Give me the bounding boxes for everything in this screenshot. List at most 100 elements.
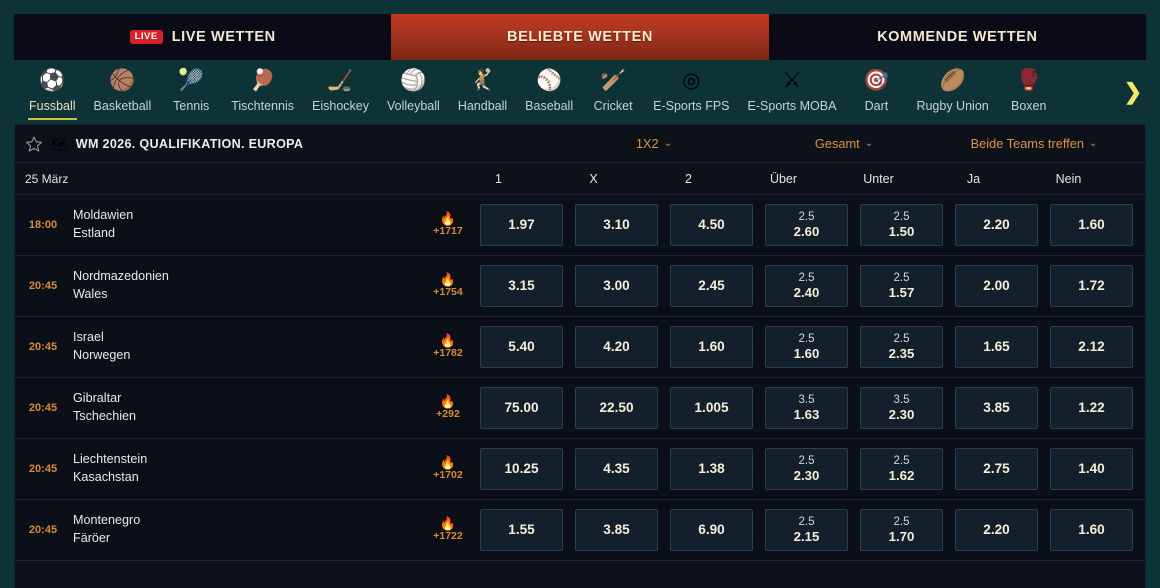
odd-button[interactable]: 5.40 (480, 326, 563, 368)
more-markets-button[interactable]: 🔥 +292 (422, 395, 474, 422)
odd-button[interactable]: 4.50 (670, 204, 753, 246)
odd-button[interactable]: 1.60 (1050, 509, 1133, 551)
odd-value: 1.005 (694, 400, 729, 416)
sport-item-eishockey[interactable]: 🏒 Eishockey (303, 60, 378, 124)
market-select-1x2[interactable]: 1X2 ⌄ (559, 136, 749, 151)
sport-item-basketball[interactable]: 🏀 Basketball (85, 60, 161, 124)
chevron-right-icon[interactable]: ❯ (1116, 75, 1142, 109)
more-markets-button[interactable]: 🔥 +1782 (422, 334, 474, 361)
more-markets-button[interactable]: 🔥 +1722 (422, 517, 474, 544)
odd-button[interactable]: 2.75 (955, 448, 1038, 490)
match-teams[interactable]: Nordmazedonien Wales (71, 269, 422, 302)
odd-value: 3.00 (603, 278, 630, 294)
odd-button[interactable]: 2.45 (670, 265, 753, 307)
table-row[interactable]: 20:45 Gibraltar Tschechien 🔥 +292 75.00 22.50 1… (15, 378, 1145, 439)
column-header-2: 2 (685, 171, 692, 186)
table-row[interactable]: 20:45 Liechtenstein Kasachstan 🔥 +1702 10.25 4… (15, 439, 1145, 500)
odd-button[interactable]: 3.00 (575, 265, 658, 307)
odd-button[interactable]: 2.12 (1050, 326, 1133, 368)
sport-item-volleyball[interactable]: 🏐 Volleyball (378, 60, 449, 124)
odd-button[interactable]: 10.25 (480, 448, 563, 490)
odd-button[interactable]: 1.60 (670, 326, 753, 368)
odd-button[interactable]: 2.5 1.60 (765, 326, 848, 368)
odd-button[interactable]: 3.85 (575, 509, 658, 551)
odd-button[interactable]: 2.5 2.60 (765, 204, 848, 246)
sport-label: E-Sports MOBA (747, 99, 837, 113)
odd-button[interactable]: 2.5 1.62 (860, 448, 943, 490)
odd-button[interactable]: 3.85 (955, 387, 1038, 429)
sport-item-rugby-union[interactable]: 🏉 Rugby Union (907, 60, 997, 124)
odd-button[interactable]: 2.20 (955, 509, 1038, 551)
odd-button[interactable]: 2.5 1.70 (860, 509, 943, 551)
more-markets-button[interactable]: 🔥 +1702 (422, 456, 474, 483)
tab-kommende-wetten[interactable]: KOMMENDE WETTEN (768, 14, 1146, 60)
star-outline-icon[interactable] (25, 135, 43, 153)
sports-nav: ⚽ Fussball 🏀 Basketball 🎾 Tennis 🏓 Tisch… (14, 60, 1146, 124)
table-row[interactable]: 20:45 Israel Norwegen 🔥 +1782 5.40 4.20 1.60 2.5… (15, 317, 1145, 378)
odd-button[interactable]: 2.20 (955, 204, 1038, 246)
odd-button[interactable]: 2.5 1.50 (860, 204, 943, 246)
odd-button[interactable]: 3.5 1.63 (765, 387, 848, 429)
more-markets-button[interactable]: 🔥 +1754 (422, 273, 474, 300)
odd-button[interactable]: 1.005 (670, 387, 753, 429)
market-select-beide-teams-treffen[interactable]: Beide Teams treffen ⌄ (939, 136, 1129, 151)
odd-value: 1.38 (698, 461, 725, 477)
sport-item-baseball[interactable]: ⚾ Baseball (516, 60, 582, 124)
handball-player-icon: 🤾 (469, 68, 496, 92)
odd-button[interactable]: 3.10 (575, 204, 658, 246)
odd-button[interactable]: 2.5 2.40 (765, 265, 848, 307)
more-markets-button[interactable]: 🔥 +1717 (422, 212, 474, 239)
sport-item-boxen[interactable]: 🥊 Boxen (998, 60, 1060, 124)
odd-button[interactable]: 2.5 1.57 (860, 265, 943, 307)
odd-button[interactable]: 22.50 (575, 387, 658, 429)
odd-button[interactable]: 1.97 (480, 204, 563, 246)
odd-value: 2.60 (793, 224, 820, 240)
sport-item-tischtennis[interactable]: 🏓 Tischtennis (222, 60, 303, 124)
odd-button[interactable]: 2.00 (955, 265, 1038, 307)
sport-label: Volleyball (386, 99, 440, 113)
odd-button[interactable]: 1.55 (480, 509, 563, 551)
sport-item-tennis[interactable]: 🎾 Tennis (160, 60, 222, 124)
table-row[interactable]: 20:45 Montenegro Färöer 🔥 +1722 1.55 3.85 6.90 2… (15, 500, 1145, 561)
odd-button[interactable]: 6.90 (670, 509, 753, 551)
match-teams[interactable]: Montenegro Färöer (71, 513, 422, 546)
sport-item-esports-moba[interactable]: ⚔ E-Sports MOBA (739, 60, 846, 124)
more-markets-count: +1782 (433, 346, 463, 359)
odd-button[interactable]: 4.35 (575, 448, 658, 490)
sport-label: Tennis (173, 99, 210, 113)
sport-item-dart[interactable]: 🎯 Dart (845, 60, 907, 124)
tab-beliebte-wetten[interactable]: BELIEBTE WETTEN (391, 14, 769, 60)
odd-value: 1.22 (1078, 400, 1105, 416)
odd-button[interactable]: 75.00 (480, 387, 563, 429)
tab-live-wetten[interactable]: LIVE LIVE WETTEN (14, 14, 392, 60)
odd-button[interactable]: 3.5 2.30 (860, 387, 943, 429)
odd-button[interactable]: 2.5 2.15 (765, 509, 848, 551)
odd-button[interactable]: 1.65 (955, 326, 1038, 368)
chevron-down-icon: ⌄ (663, 138, 673, 149)
tab-label: KOMMENDE WETTEN (877, 29, 1038, 45)
sport-label: Eishockey (312, 99, 369, 113)
match-teams[interactable]: Gibraltar Tschechien (71, 391, 422, 424)
odd-button[interactable]: 3.15 (480, 265, 563, 307)
rugby-ball-icon: 🏉 (939, 68, 966, 92)
sport-item-cricket[interactable]: 🏏 Cricket (582, 60, 644, 124)
table-row[interactable]: 20:45 Nordmazedonien Wales 🔥 +1754 3.15 3.00 2.… (15, 256, 1145, 317)
odd-button[interactable]: 1.22 (1050, 387, 1133, 429)
match-teams[interactable]: Liechtenstein Kasachstan (71, 452, 422, 485)
odd-button[interactable]: 1.60 (1050, 204, 1133, 246)
odd-button[interactable]: 2.5 2.30 (765, 448, 848, 490)
sport-item-esports-fps[interactable]: ◎ E-Sports FPS (644, 60, 738, 124)
odd-button[interactable]: 1.40 (1050, 448, 1133, 490)
sport-item-fussball[interactable]: ⚽ Fussball (20, 60, 85, 124)
table-row[interactable]: 18:00 Moldawien Estland 🔥 +1717 1.97 3.10 4.50 2… (15, 195, 1145, 256)
sport-item-handball[interactable]: 🤾 Handball (449, 60, 516, 124)
market-select-gesamt[interactable]: Gesamt ⌄ (749, 136, 939, 151)
odd-button[interactable]: 4.20 (575, 326, 658, 368)
match-teams[interactable]: Israel Norwegen (71, 330, 422, 363)
odd-button[interactable]: 1.38 (670, 448, 753, 490)
odd-value: 3.85 (603, 522, 630, 538)
odd-button[interactable]: 2.5 2.35 (860, 326, 943, 368)
odd-cell: 22.50 (569, 387, 664, 429)
match-teams[interactable]: Moldawien Estland (71, 208, 422, 241)
odd-button[interactable]: 1.72 (1050, 265, 1133, 307)
